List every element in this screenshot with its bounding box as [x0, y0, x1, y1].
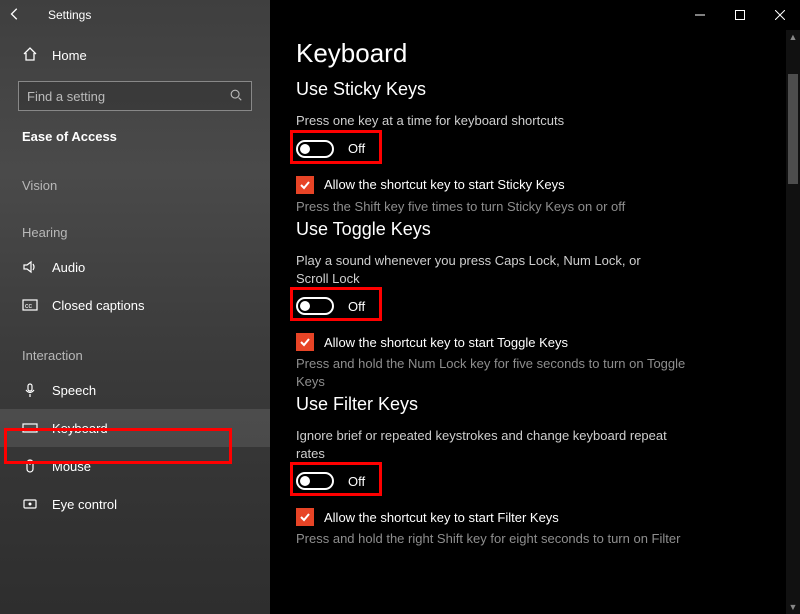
nav-label: Audio	[52, 260, 85, 275]
sticky-keys-heading: Use Sticky Keys	[296, 79, 770, 100]
group-vision: Vision	[0, 154, 270, 201]
nav-label: Mouse	[52, 459, 91, 474]
minimize-button[interactable]	[680, 0, 720, 30]
toggle-keys-heading: Use Toggle Keys	[296, 219, 770, 240]
scroll-down-icon[interactable]: ▼	[786, 600, 800, 614]
sticky-keys-desc: Press one key at a time for keyboard sho…	[296, 112, 676, 130]
content-inner: Keyboard Use Sticky Keys Press one key a…	[270, 0, 800, 558]
sticky-keys-toggle-row: Off	[296, 136, 770, 162]
window-title: Settings	[48, 8, 91, 22]
sticky-keys-toggle[interactable]	[296, 140, 334, 158]
home-nav[interactable]: Home	[0, 38, 270, 75]
toggle-keys-state: Off	[348, 299, 365, 314]
sidebar: Home Find a setting Ease of Access Visio…	[0, 0, 270, 614]
nav-label: Keyboard	[52, 421, 108, 436]
home-icon	[22, 46, 38, 65]
toggle-keys-desc: Play a sound whenever you press Caps Loc…	[296, 252, 676, 287]
group-interaction: Interaction	[0, 324, 270, 371]
toggle-shortcut-checkbox[interactable]	[296, 333, 314, 351]
filter-shortcut-label: Allow the shortcut key to start Filter K…	[324, 510, 559, 525]
filter-shortcut-checkbox[interactable]	[296, 508, 314, 526]
toggle-keys-toggle-row: Off	[296, 293, 770, 319]
sidebar-item-speech[interactable]: Speech	[0, 371, 270, 409]
filter-shortcut-desc: Press and hold the right Shift key for e…	[296, 530, 696, 548]
sticky-keys-state: Off	[348, 141, 365, 156]
caption-buttons	[680, 0, 800, 30]
category-header: Ease of Access	[0, 125, 270, 154]
filter-keys-toggle[interactable]	[296, 472, 334, 490]
mouse-icon	[22, 458, 38, 474]
filter-shortcut-row: Allow the shortcut key to start Filter K…	[296, 508, 770, 526]
titlebar: Settings	[0, 0, 800, 30]
nav-label: Closed captions	[52, 298, 145, 313]
maximize-button[interactable]	[720, 0, 760, 30]
keyboard-icon	[22, 420, 38, 436]
sidebar-item-keyboard[interactable]: Keyboard	[0, 409, 270, 447]
microphone-icon	[22, 382, 38, 398]
sticky-shortcut-desc: Press the Shift key five times to turn S…	[296, 198, 696, 216]
toggle-shortcut-row: Allow the shortcut key to start Toggle K…	[296, 333, 770, 351]
filter-keys-desc: Ignore brief or repeated keystrokes and …	[296, 427, 676, 462]
settings-window: Settings Home Find a setting Ease of Acc…	[0, 0, 800, 614]
search-input[interactable]: Find a setting	[18, 81, 252, 111]
nav-label: Eye control	[52, 497, 117, 512]
eye-icon	[22, 496, 38, 512]
back-button[interactable]	[0, 7, 30, 24]
sticky-shortcut-checkbox[interactable]	[296, 176, 314, 194]
home-label: Home	[52, 48, 87, 63]
scroll-up-icon[interactable]: ▲	[786, 30, 800, 44]
sidebar-item-audio[interactable]: Audio	[0, 248, 270, 286]
sidebar-item-mouse[interactable]: Mouse	[0, 447, 270, 485]
close-button[interactable]	[760, 0, 800, 30]
speaker-icon	[22, 259, 38, 275]
svg-text:cc: cc	[25, 303, 33, 310]
sticky-shortcut-label: Allow the shortcut key to start Sticky K…	[324, 177, 565, 192]
cc-icon: cc	[22, 297, 38, 313]
toggle-shortcut-desc: Press and hold the Num Lock key for five…	[296, 355, 696, 390]
filter-keys-heading: Use Filter Keys	[296, 394, 770, 415]
scrollbar[interactable]: ▲ ▼	[786, 30, 800, 614]
sticky-shortcut-row: Allow the shortcut key to start Sticky K…	[296, 176, 770, 194]
content-pane: Keyboard Use Sticky Keys Press one key a…	[270, 0, 800, 614]
filter-keys-toggle-row: Off	[296, 468, 770, 494]
nav-label: Speech	[52, 383, 96, 398]
search-placeholder: Find a setting	[27, 89, 105, 104]
toggle-shortcut-label: Allow the shortcut key to start Toggle K…	[324, 335, 568, 350]
page-title: Keyboard	[296, 38, 770, 69]
scroll-thumb[interactable]	[788, 74, 798, 184]
group-hearing: Hearing	[0, 201, 270, 248]
search-icon	[229, 88, 243, 105]
sidebar-item-closed-captions[interactable]: cc Closed captions	[0, 286, 270, 324]
filter-keys-state: Off	[348, 474, 365, 489]
toggle-keys-toggle[interactable]	[296, 297, 334, 315]
sidebar-item-eye-control[interactable]: Eye control	[0, 485, 270, 523]
